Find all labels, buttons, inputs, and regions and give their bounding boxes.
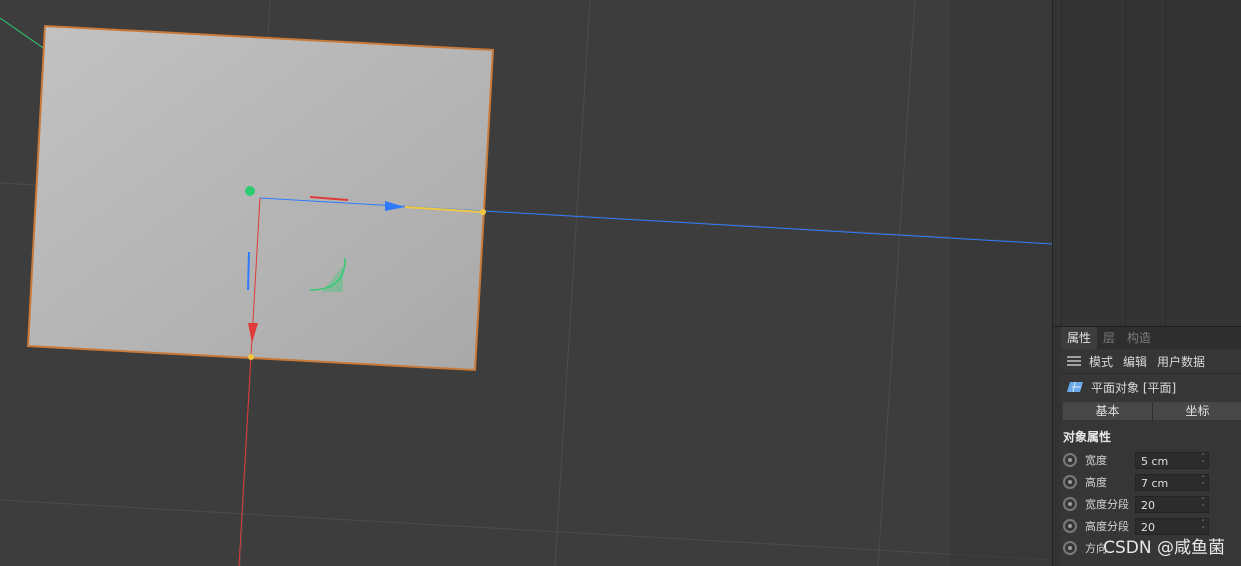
object-manager[interactable] xyxy=(1053,0,1241,327)
field-value: 5 cm xyxy=(1141,454,1169,468)
property-height: 高度 7 cm ˄ ˅ xyxy=(1061,471,1241,493)
right-panel: 属性 层 构造 模式 编辑 用户数据 平面对象 [平面] 基本 坐标 对象属性 … xyxy=(1052,0,1241,566)
tab-layers[interactable]: 层 xyxy=(1097,327,1121,349)
watermark: CSDN @咸鱼菌 xyxy=(1103,538,1225,558)
gizmo-origin-handle[interactable] xyxy=(245,186,255,196)
menu-mode[interactable]: 模式 xyxy=(1089,353,1113,370)
field-value: 20 xyxy=(1141,498,1155,512)
field-value: 7 cm xyxy=(1141,476,1169,490)
plane-object-icon xyxy=(1067,381,1083,393)
height-field[interactable]: 7 cm ˄ ˅ xyxy=(1135,473,1209,491)
column-divider xyxy=(1165,0,1166,326)
animation-radio-icon[interactable] xyxy=(1063,475,1077,489)
section-title: 对象属性 xyxy=(1063,430,1112,444)
stepper-arrows-icon[interactable]: ˄ ˅ xyxy=(1200,519,1206,534)
width-field[interactable]: 5 cm ˄ ˅ xyxy=(1135,451,1209,469)
column-divider xyxy=(1061,0,1062,326)
coordinates-tab-button[interactable]: 坐标 xyxy=(1153,402,1241,420)
field-value: 20 xyxy=(1141,520,1155,534)
3d-viewport[interactable] xyxy=(0,0,1052,566)
tab-attributes[interactable]: 属性 xyxy=(1061,327,1098,349)
attribute-manager: 属性 层 构造 模式 编辑 用户数据 平面对象 [平面] 基本 坐标 对象属性 … xyxy=(1061,327,1241,566)
animation-radio-icon[interactable] xyxy=(1063,453,1077,467)
edge-point[interactable] xyxy=(480,209,486,215)
animation-radio-icon[interactable] xyxy=(1063,541,1077,555)
viewport-canvas[interactable] xyxy=(0,0,1052,566)
basic-tab-button[interactable]: 基本 xyxy=(1063,402,1153,420)
tab-structure[interactable]: 构造 xyxy=(1121,327,1157,349)
height-segments-field[interactable]: 20 ˄ ˅ xyxy=(1135,517,1209,535)
property-label: 高度 xyxy=(1085,476,1107,489)
property-label: 宽度 xyxy=(1085,454,1107,467)
stepper-arrows-icon[interactable]: ˄ ˅ xyxy=(1200,453,1206,468)
hamburger-icon[interactable] xyxy=(1067,356,1081,366)
object-header: 平面对象 [平面] xyxy=(1061,374,1241,400)
viewport-shade xyxy=(950,0,1052,566)
animation-radio-icon[interactable] xyxy=(1063,519,1077,533)
stepper-arrows-icon[interactable]: ˄ ˅ xyxy=(1200,497,1206,512)
attribute-group-buttons: 基本 坐标 xyxy=(1063,402,1241,420)
menu-edit[interactable]: 编辑 xyxy=(1123,353,1147,370)
property-label: 高度分段 xyxy=(1085,520,1129,533)
stepper-arrows-icon[interactable]: ˄ ˅ xyxy=(1200,475,1206,490)
width-segments-field[interactable]: 20 ˄ ˅ xyxy=(1135,495,1209,513)
edge-point[interactable] xyxy=(248,354,254,360)
rotate-y-handle[interactable] xyxy=(247,251,250,291)
property-width: 宽度 5 cm ˄ ˅ xyxy=(1061,449,1241,471)
object-title: 平面对象 [平面] xyxy=(1091,380,1177,395)
attribute-menu-bar: 模式 编辑 用户数据 xyxy=(1061,349,1241,374)
property-label: 宽度分段 xyxy=(1085,498,1129,511)
menu-user-data[interactable]: 用户数据 xyxy=(1157,353,1205,370)
property-width-segments: 宽度分段 20 ˄ ˅ xyxy=(1061,493,1241,515)
attribute-tabs: 属性 层 构造 xyxy=(1061,327,1241,349)
column-divider xyxy=(1125,0,1126,326)
animation-radio-icon[interactable] xyxy=(1063,497,1077,511)
